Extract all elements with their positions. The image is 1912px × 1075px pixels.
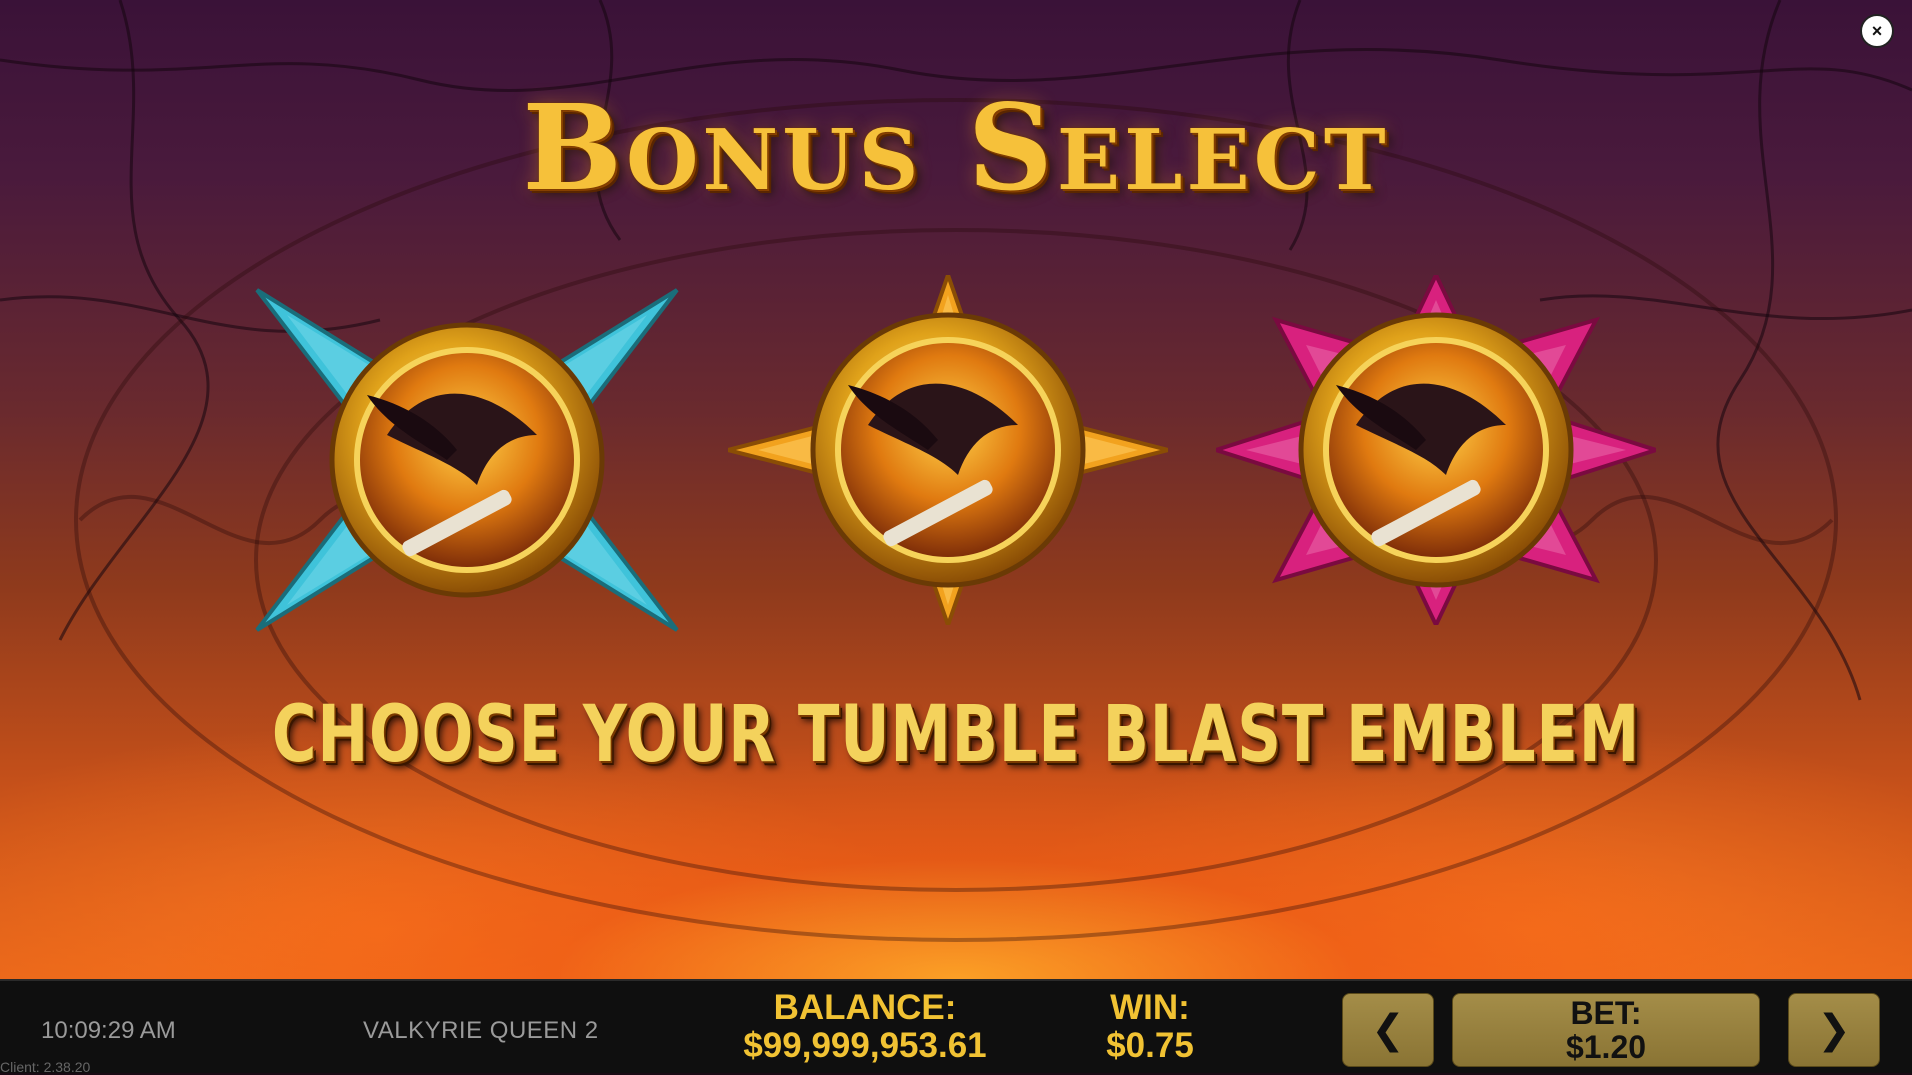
magenta-star-emblem-icon <box>1209 270 1663 630</box>
bet-button[interactable]: BET: $1.20 <box>1452 993 1760 1067</box>
game-stage: × Bonus Select CHOOSE YOUR TUMBLE BLAST … <box>0 0 1912 979</box>
balance-value: $99,999,953.61 <box>743 1026 987 1065</box>
win-label: WIN: <box>1110 988 1190 1027</box>
close-button[interactable]: × <box>1860 14 1894 48</box>
bet-label: BET: <box>1570 995 1642 1031</box>
chevron-right-icon: ❯ <box>1817 1008 1851 1052</box>
win-value: $0.75 <box>1106 1026 1194 1065</box>
magenta-emblem[interactable] <box>1209 270 1663 630</box>
bet-value: $1.20 <box>1565 1029 1647 1065</box>
client-version: Client: 2.38.20 <box>0 1059 91 1075</box>
bet-increase-button[interactable]: ❯ <box>1788 993 1880 1067</box>
bonus-select-title: Bonus Select <box>522 78 1390 217</box>
gold-emblem[interactable] <box>727 268 1169 632</box>
gold-star-emblem-icon <box>727 268 1169 632</box>
status-bar: 10:09:29 AM Client: 2.38.20 VALKYRIE QUE… <box>0 979 1912 1075</box>
close-icon: × <box>1871 21 1883 41</box>
bet-decrease-button[interactable]: ❮ <box>1342 993 1434 1067</box>
cyan-star-emblem-icon <box>255 288 679 632</box>
balance-label: BALANCE: <box>773 988 957 1027</box>
balance-display: BALANCE: $99,999,953.61 <box>700 989 1030 1065</box>
game-name: VALKYRIE QUEEN 2 <box>363 1017 599 1044</box>
cyan-emblem[interactable] <box>247 285 687 635</box>
win-display: WIN: $0.75 <box>1090 989 1210 1065</box>
choose-emblem-instruction: CHOOSE YOUR TUMBLE BLAST EMBLEM <box>271 690 1641 780</box>
clock: 10:09:29 AM <box>41 1017 176 1044</box>
chevron-left-icon: ❮ <box>1371 1008 1405 1052</box>
